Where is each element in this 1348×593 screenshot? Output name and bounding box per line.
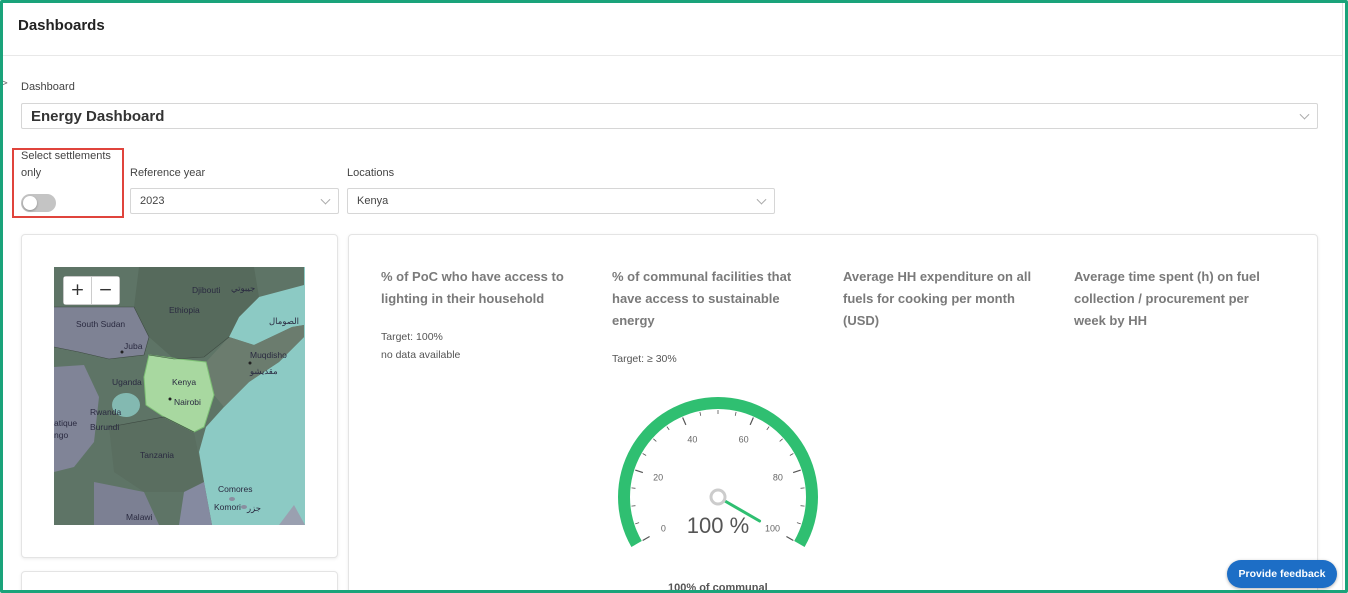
page-header: Dashboards <box>3 3 1342 56</box>
dashboard-label: Dashboard <box>21 81 75 93</box>
zoom-out-button[interactable]: − <box>92 277 119 304</box>
locations-select-value: Kenya <box>357 195 389 207</box>
gauge-tick <box>642 535 650 542</box>
year-label: Reference year <box>130 167 206 179</box>
map-label-malawi: Malawi <box>126 512 153 522</box>
gauge-tick-label: 80 <box>773 473 783 483</box>
provide-feedback-button[interactable]: Provide feedback <box>1227 560 1337 588</box>
kpi-target-lighting: Target: 100% <box>381 331 443 343</box>
secondary-card <box>21 571 338 593</box>
map-label-muqdisho-ar: مقديشو <box>249 366 278 377</box>
map-label-uganda: Uganda <box>112 377 142 387</box>
map-label-ethiopia: Ethiopia <box>169 305 200 315</box>
gauge-tick <box>792 469 801 474</box>
map-label-juba: Juba <box>124 341 143 351</box>
settlements-label: Select settlements only <box>21 148 111 182</box>
gauge-tick <box>635 469 644 474</box>
map-label-somalia-ar: الصومال <box>269 316 299 327</box>
page-title: Dashboards <box>18 17 105 34</box>
gauge-tick <box>796 522 801 525</box>
map-canvas: Djibouti جيبوتي Ethiopia South Sudan الص… <box>54 267 305 525</box>
map-label-comores: Comores <box>218 484 252 494</box>
chevron-down-icon <box>320 194 331 205</box>
map-label-djibouti: Djibouti <box>192 285 220 295</box>
dashboard-select-value: Energy Dashboard <box>31 107 165 125</box>
settlements-label-line1: Select settlements <box>21 150 111 162</box>
location-map[interactable]: Djibouti جيبوتي Ethiopia South Sudan الص… <box>54 267 305 525</box>
gauge-tick <box>642 453 647 456</box>
chevron-down-icon <box>756 194 767 205</box>
scroll-edge <box>1342 3 1343 590</box>
map-label-tanzania: Tanzania <box>140 450 174 460</box>
dashboard-select[interactable]: Energy Dashboard <box>21 103 1318 129</box>
gauge-tick-label: 0 <box>661 524 666 534</box>
gauge-tick <box>766 426 770 431</box>
chevron-down-icon <box>1299 109 1310 120</box>
map-zoom-control: + − <box>63 276 120 305</box>
locations-select[interactable]: Kenya <box>347 188 775 214</box>
gauge-hub <box>709 488 727 506</box>
kpi-title-communal: % of communal facilities that have acces… <box>612 269 792 328</box>
gauge-tick <box>734 411 737 416</box>
gauge-tick-label: 20 <box>653 473 663 483</box>
settlements-label-line2: only <box>21 167 42 179</box>
map-label-rwanda: Rwanda <box>90 407 121 417</box>
map-label-burundi: Burundi <box>90 422 119 432</box>
gauge-tick <box>682 417 687 426</box>
gauge-tick <box>635 522 640 525</box>
gauge-tick <box>653 438 657 442</box>
map-label-kenya: Kenya <box>172 377 196 387</box>
kpi-title-lighting: % of PoC who have access to lighting in … <box>381 269 564 306</box>
map-label-muqdisho: Muqdisho <box>250 350 287 360</box>
gauge-tick <box>779 438 783 442</box>
kpi-status-lighting: no data available <box>381 349 461 361</box>
map-label-komori-ar: جزر <box>246 503 261 514</box>
gauge-tick <box>699 411 702 416</box>
map-label-nairobi: Nairobi <box>174 397 201 407</box>
gauge-caption: 100% of communal <box>668 582 768 593</box>
gauge-value-label: 100 % <box>686 513 750 538</box>
settlements-toggle[interactable] <box>21 194 56 212</box>
map-label-south-sudan: South Sudan <box>76 319 125 329</box>
locations-label: Locations <box>347 167 395 179</box>
map-label-atique: atique <box>54 418 77 428</box>
kpi-title-expenditure: Average HH expenditure on all fuels for … <box>843 269 1032 328</box>
gauge-tick-label: 40 <box>687 434 697 444</box>
kpi-target-communal: Target: ≥ 30% <box>612 353 677 365</box>
gauge-tick <box>789 453 794 456</box>
year-select[interactable]: 2023 <box>130 188 339 214</box>
gauge-tick <box>666 426 670 431</box>
toggle-knob <box>23 196 37 210</box>
gauge-tick <box>749 417 754 426</box>
map-label-djibouti-ar: جيبوتي <box>231 283 255 294</box>
cursor-icon: ⊳ <box>0 78 9 89</box>
zoom-in-button[interactable]: + <box>64 277 92 304</box>
map-label-ngo: ngo <box>54 430 68 440</box>
gauge-tick-label: 60 <box>739 434 749 444</box>
year-select-value: 2023 <box>140 195 165 207</box>
kpi-title-time: Average time spent (h) on fuel collectio… <box>1074 269 1260 328</box>
gauge-tick <box>786 535 794 542</box>
map-label-komori: Komori <box>214 502 241 512</box>
